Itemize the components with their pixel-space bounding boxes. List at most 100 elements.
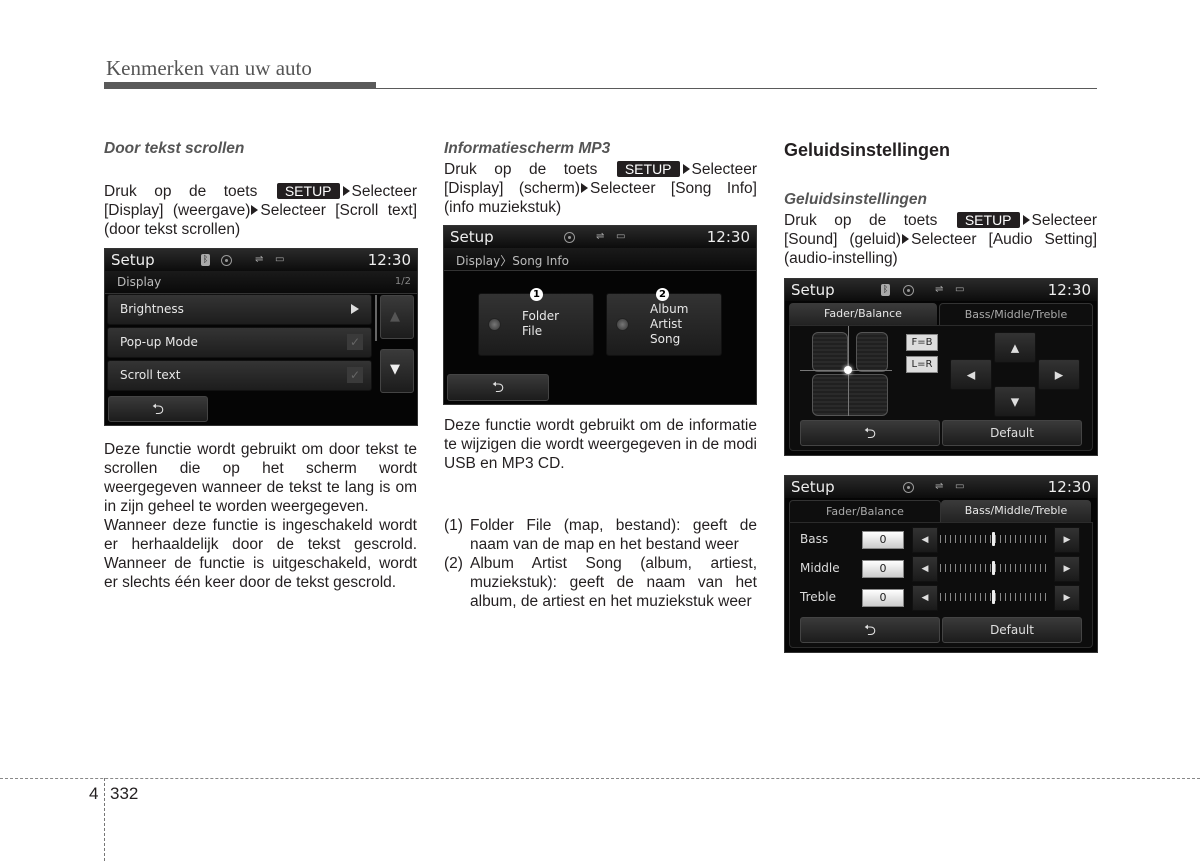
setup-key-badge: SETUP (956, 212, 1020, 228)
eq-row-middle: Middle 0 ◀ ▶ (800, 556, 1084, 582)
arrow-right-icon (251, 205, 259, 216)
checkbox-icon[interactable]: ✓ (347, 334, 363, 350)
eq-decrease-button[interactable]: ◀ (912, 556, 938, 582)
breadcrumb: Display〉Song Info (456, 254, 569, 268)
radio-button[interactable] (616, 318, 629, 331)
scroll-down-button[interactable]: ▼ (380, 349, 414, 393)
section-title: Geluidsinstellingen (784, 140, 951, 160)
breadcrumb-bar: Display〉Song Info (444, 248, 756, 271)
tab-bass-middle-treble[interactable]: Bass/Middle/Treble (941, 500, 1091, 522)
left-arrow-icon: ◀ (921, 593, 929, 603)
disc-icon (221, 255, 232, 266)
down-arrow-icon: ▼ (390, 362, 400, 377)
arrow-right-icon (581, 183, 588, 194)
eq-increase-button[interactable]: ▶ (1054, 527, 1080, 553)
breadcrumb-bar: Display 1/2 (105, 271, 417, 294)
fader-center-button[interactable]: F=B (906, 334, 938, 351)
right-arrow-icon: ▶ (1063, 593, 1071, 603)
clock: 12:30 (706, 228, 750, 246)
eq-label: Middle (800, 561, 840, 575)
right-arrow-icon: ▶ (1054, 368, 1064, 381)
list-item: (1) Folder File (map, bestand): geeft de … (444, 517, 757, 553)
eq-increase-button[interactable]: ▶ (1054, 556, 1080, 582)
left-arrow-icon: ◀ (921, 564, 929, 574)
status-bar: Setup ⇌ ▭ 12:30 (444, 226, 756, 248)
menu-item-popup-mode[interactable]: Pop-up Mode ✓ (107, 327, 372, 358)
arrow-right-icon (1022, 215, 1030, 226)
screen-title: Setup (111, 251, 155, 269)
eq-decrease-button[interactable]: ◀ (912, 585, 938, 611)
eq-slider-knob[interactable] (992, 532, 995, 546)
eq-slider-knob[interactable] (992, 561, 995, 575)
eq-row-bass: Bass 0 ◀ ▶ (800, 527, 1084, 553)
clock: 12:30 (367, 251, 411, 269)
radio-button[interactable] (488, 318, 501, 331)
eq-slider-knob[interactable] (992, 590, 995, 604)
eq-row-treble: Treble 0 ◀ ▶ (800, 585, 1084, 611)
tab-fader-balance[interactable]: Fader/Balance (789, 500, 941, 524)
usb-icon: ⇌ (935, 284, 944, 295)
eq-increase-button[interactable]: ▶ (1054, 585, 1080, 611)
fader-panel: F=B L=R ▲ ◀ ▶ ▼ ⮌ Default (789, 325, 1093, 451)
fader-down-button[interactable]: ▼ (994, 386, 1036, 417)
paragraph: Wanneer deze functie is ingeschakeld wor… (104, 517, 417, 591)
instructions: Druk op de toets SETUP Selecteer [Display… (104, 182, 417, 239)
paragraph: Deze functie wordt gebruikt om door teks… (104, 441, 417, 515)
bluetooth-icon: ᛒ (881, 284, 890, 296)
option-folder-file[interactable]: Folder File (478, 293, 594, 356)
status-bar: Setup ᛒ ⇌ ▭ 12:30 (105, 249, 417, 271)
callout-1: 1 (530, 288, 543, 301)
back-icon: ⮌ (151, 400, 164, 418)
tab-fader-balance[interactable]: Fader/Balance (789, 303, 937, 325)
tab-bar: Fader/Balance Bass/Middle/Treble (789, 500, 1093, 524)
instructions: Druk op de toets SETUP Selecteer [Sound] … (784, 211, 1097, 268)
left-arrow-icon: ◀ (966, 368, 976, 381)
screen-title: Setup (450, 228, 494, 246)
default-button[interactable]: Default (942, 420, 1082, 446)
fader-up-button[interactable]: ▲ (994, 332, 1036, 363)
page-indicator: 1/2 (394, 276, 411, 287)
up-arrow-icon: ▲ (1010, 341, 1020, 354)
page-number: 332 (110, 784, 139, 803)
menu-item-scroll-text[interactable]: Scroll text ✓ (107, 360, 372, 391)
section-subtitle: Geluidsinstellingen (784, 191, 927, 208)
balance-center-button[interactable]: L=R (906, 356, 938, 373)
back-button[interactable]: ⮌ (108, 396, 208, 422)
aux-icon: ▭ (275, 254, 285, 265)
aux-icon: ▭ (616, 231, 626, 242)
balance-right-button[interactable]: ▶ (1038, 359, 1080, 390)
right-arrow-icon: ▶ (1063, 535, 1071, 545)
footer-vertical-rule (104, 778, 105, 861)
chapter-title: Kenmerken van uw auto (106, 56, 312, 80)
eq-label: Bass (800, 532, 829, 546)
menu-item-label: Brightness (120, 302, 184, 316)
seat-front-right (856, 332, 888, 372)
eq-decrease-button[interactable]: ◀ (912, 527, 938, 553)
default-button[interactable]: Default (942, 617, 1082, 643)
menu-item-brightness[interactable]: Brightness (107, 294, 372, 325)
option-label: Folder File (522, 309, 560, 338)
back-button[interactable]: ⮌ (447, 374, 549, 401)
instructions: Druk op de toets SETUP Selecteer [Display… (444, 160, 757, 217)
option-album-artist-song[interactable]: Album Artist Song (606, 293, 722, 356)
balance-left-button[interactable]: ◀ (950, 359, 992, 390)
tab-bass-middle-treble[interactable]: Bass/Middle/Treble (939, 303, 1093, 327)
aux-icon: ▭ (955, 284, 965, 295)
scroll-up-button[interactable]: ▲ (380, 295, 414, 339)
back-button[interactable]: ⮌ (800, 617, 940, 643)
scrollbar-thumb[interactable] (375, 295, 377, 341)
instr-text: Druk op de toets (104, 183, 258, 200)
down-arrow-icon: ▼ (1010, 395, 1020, 408)
footer-rule (0, 778, 1200, 779)
sound-position-handle[interactable] (844, 366, 852, 374)
screen-bass-middle-treble: Setup ⇌ ▭ 12:30 Fader/Balance Bass/Middl… (784, 475, 1098, 653)
usb-icon: ⇌ (935, 481, 944, 492)
eq-value: 0 (862, 589, 904, 607)
setup-key-badge: SETUP (616, 161, 680, 177)
right-arrow-icon: ▶ (1063, 564, 1071, 574)
aux-icon: ▭ (955, 481, 965, 492)
checkbox-icon[interactable]: ✓ (347, 367, 363, 383)
paragraph: Deze functie wordt gebruikt om de inform… (444, 417, 757, 472)
clock: 12:30 (1047, 281, 1091, 299)
back-button[interactable]: ⮌ (800, 420, 940, 446)
